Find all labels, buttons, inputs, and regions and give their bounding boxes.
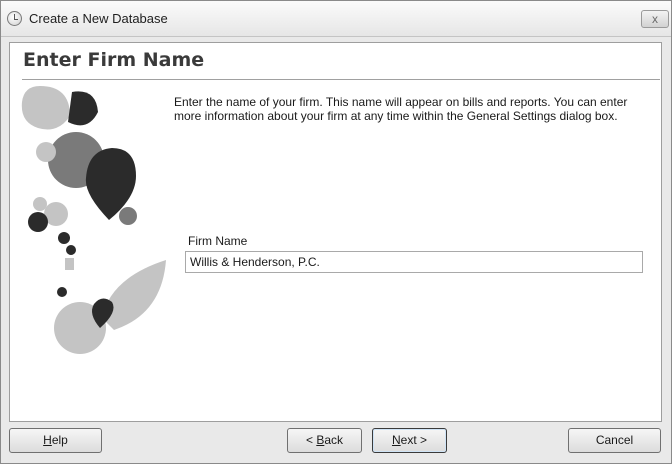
window-title: Create a New Database [29, 11, 168, 26]
decorative-artwork [21, 86, 166, 354]
back-prefix: < [305, 433, 317, 447]
next-button[interactable]: Next > [372, 428, 447, 453]
title-divider [22, 79, 660, 80]
art-circle-light-small [36, 142, 56, 162]
art-square-light [65, 258, 74, 270]
firm-name-input[interactable] [185, 251, 643, 273]
art-leaf-light [102, 260, 166, 330]
art-petal-light [21, 86, 70, 130]
art-dot-dark-mid2 [66, 245, 76, 255]
clock-icon [7, 11, 22, 26]
cancel-button[interactable]: Cancel [568, 428, 661, 453]
firm-name-label: Firm Name [188, 234, 248, 248]
title-bar[interactable]: Create a New Database x [1, 1, 671, 37]
help-label-rest: elp [51, 433, 68, 447]
next-accelerator: N [391, 433, 401, 447]
art-dot-dark-left [28, 212, 48, 232]
page-title: Enter Firm Name [23, 49, 205, 71]
help-accelerator: H [43, 433, 52, 447]
back-button[interactable]: < Back [287, 428, 362, 453]
art-dot-grey [119, 207, 137, 225]
help-button[interactable]: Help [9, 428, 102, 453]
art-dot-light-left [33, 197, 47, 211]
art-petal-dark-top [68, 91, 98, 126]
close-button[interactable]: x [641, 10, 669, 28]
back-label-rest: ack [324, 433, 344, 447]
art-dot-dark-low [57, 287, 67, 297]
art-dot-dark-mid [58, 232, 70, 244]
instruction-text: Enter the name of your firm. This name w… [174, 95, 628, 123]
next-label-rest: ext > [400, 433, 428, 447]
